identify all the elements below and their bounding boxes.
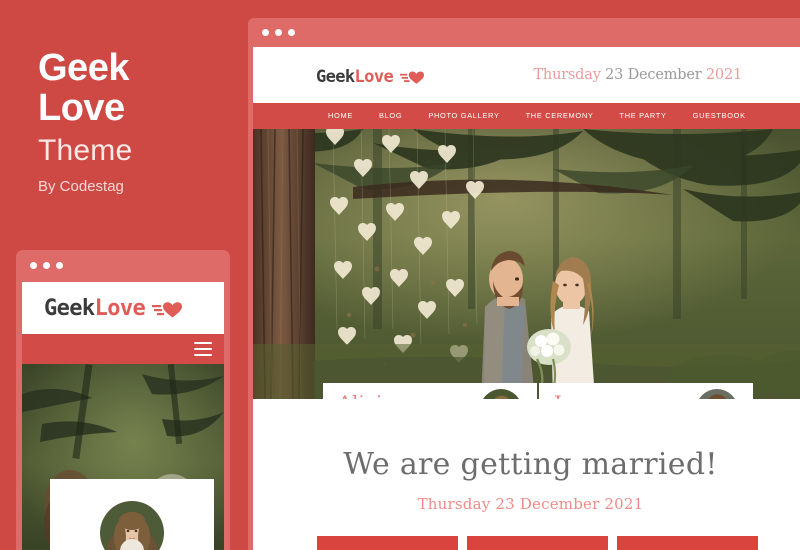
mobile-card-avatar bbox=[100, 501, 164, 550]
mobile-hero-photo bbox=[22, 364, 224, 550]
window-dot-minimize[interactable] bbox=[275, 29, 282, 36]
promo-title-line-2: Love bbox=[38, 87, 125, 129]
couple-card-bride: Alicia Delaware bbox=[323, 383, 537, 399]
couple-cards: Alicia Delaware bbox=[323, 383, 753, 399]
site-logo[interactable]: GeekLove bbox=[316, 67, 425, 87]
nav-item-blog[interactable]: BLOG bbox=[366, 103, 415, 129]
groom-avatar bbox=[696, 389, 738, 399]
heart-with-speed-lines-icon bbox=[152, 301, 183, 317]
desktop-titlebar bbox=[248, 18, 800, 47]
hamburger-menu-icon[interactable] bbox=[194, 342, 212, 356]
promo-subtitle: Theme bbox=[38, 134, 133, 167]
couple-card-groom: Jason Donovan bbox=[539, 383, 753, 399]
announcement-heading: We are getting married! bbox=[343, 447, 718, 482]
groom-avatar-image bbox=[696, 389, 738, 399]
bride-card-header: Alicia Delaware bbox=[323, 383, 537, 399]
nav-item-photo-gallery[interactable]: PHOTO GALLERY bbox=[415, 103, 512, 129]
header-date-month: December bbox=[627, 67, 702, 83]
mobile-preview-window: GeekLove bbox=[16, 250, 230, 550]
mobile-window-dot-close[interactable] bbox=[30, 262, 37, 269]
mobile-window-dot-maximize[interactable] bbox=[56, 262, 63, 269]
header-date: Thursday 23 December 2021 bbox=[533, 67, 742, 83]
promo-author: By Codestag bbox=[38, 178, 124, 195]
mobile-window-dots bbox=[30, 262, 63, 269]
nav-item-the-party[interactable]: THE PARTY bbox=[607, 103, 680, 129]
mobile-site-header: GeekLove bbox=[22, 282, 224, 334]
mobile-window-dot-minimize[interactable] bbox=[43, 262, 50, 269]
groom-card-header: Jason Donovan bbox=[539, 383, 753, 399]
mobile-logo-love: Love bbox=[94, 296, 146, 321]
promo-title-line-1: Geek bbox=[38, 47, 129, 89]
heart-with-speed-lines-icon bbox=[400, 71, 425, 84]
mobile-logo[interactable]: GeekLove bbox=[44, 296, 183, 321]
desktop-viewport: GeekLove Thursday 23 December 2021 HOME … bbox=[253, 47, 800, 550]
bride-avatar bbox=[480, 389, 522, 399]
announcement-date: Thursday 23 December 2021 bbox=[417, 495, 644, 513]
nav-item-the-ceremony[interactable]: THE CEREMONY bbox=[513, 103, 607, 129]
header-date-weekday: Thursday bbox=[533, 67, 601, 83]
bride-avatar-image bbox=[480, 389, 522, 399]
header-date-year: 2021 bbox=[705, 67, 742, 83]
hero-section: Alicia Delaware bbox=[253, 129, 800, 399]
bride-portrait-image bbox=[100, 501, 164, 550]
hero-image bbox=[253, 129, 800, 399]
desktop-preview-window: GeekLove Thursday 23 December 2021 HOME … bbox=[248, 18, 800, 550]
mobile-nav-bar bbox=[22, 334, 224, 364]
mobile-logo-geek: Geek bbox=[44, 296, 95, 321]
site-header: GeekLove Thursday 23 December 2021 bbox=[253, 47, 800, 103]
bottom-box-row bbox=[317, 536, 758, 550]
bride-name: Alicia bbox=[338, 392, 394, 399]
announcement-section: We are getting married! Thursday 23 Dece… bbox=[253, 447, 800, 513]
desktop-window-dots bbox=[262, 29, 295, 36]
mobile-profile-card bbox=[50, 479, 214, 550]
groom-name: Jason bbox=[554, 392, 608, 399]
nav-item-guestbook[interactable]: GUESTBOOK bbox=[680, 103, 759, 129]
window-dot-close[interactable] bbox=[262, 29, 269, 36]
nav-item-home[interactable]: HOME bbox=[315, 103, 366, 129]
bottom-box-2[interactable] bbox=[467, 536, 608, 550]
header-date-day: 23 bbox=[605, 67, 624, 83]
bottom-box-3[interactable] bbox=[617, 536, 758, 550]
promo-title: Geek Love bbox=[38, 48, 129, 128]
window-dot-maximize[interactable] bbox=[288, 29, 295, 36]
logo-geek-text: Geek bbox=[316, 67, 355, 87]
bottom-box-1[interactable] bbox=[317, 536, 458, 550]
mobile-titlebar bbox=[16, 250, 230, 282]
mobile-viewport: GeekLove bbox=[22, 282, 224, 550]
site-nav: HOME BLOG PHOTO GALLERY THE CEREMONY THE… bbox=[253, 103, 800, 129]
logo-love-text: Love bbox=[354, 67, 394, 87]
